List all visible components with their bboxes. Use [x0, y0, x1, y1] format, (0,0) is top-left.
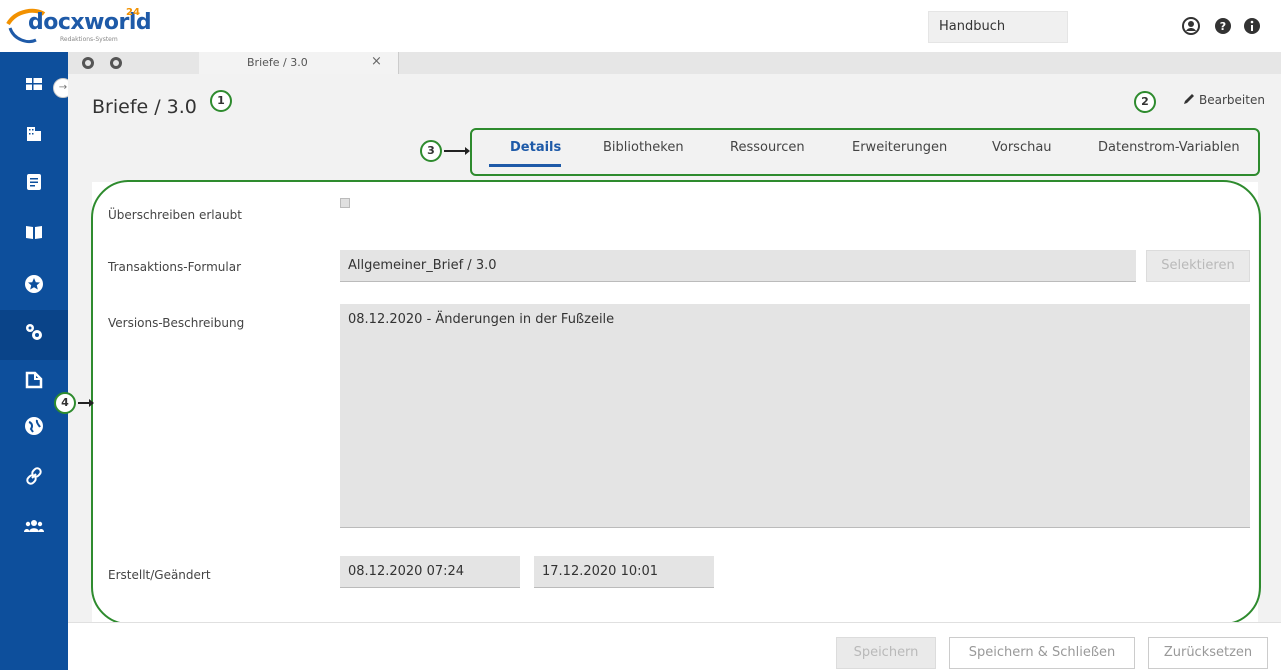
footer-action-bar: Speichern Speichern & Schließen Zurückse… — [68, 622, 1281, 670]
tab-bibliotheken[interactable]: Bibliotheken — [603, 140, 684, 155]
callout-marker-2: 2 — [1134, 91, 1156, 113]
dashboard-icon[interactable] — [24, 74, 44, 94]
save-and-close-button[interactable]: Speichern & Schließen — [949, 637, 1135, 669]
document-list-icon[interactable] — [24, 172, 44, 192]
select-button[interactable]: Selektieren — [1146, 250, 1250, 282]
logo-superscript: 24 — [126, 7, 140, 18]
tab-forward-icon[interactable] — [110, 57, 122, 69]
tab-datenstrom-variablen[interactable]: Datenstrom-Variablen — [1098, 140, 1240, 155]
settings-gears-icon[interactable] — [24, 322, 44, 342]
version-description-textarea[interactable]: 08.12.2020 - Änderungen in der Fußzeile — [340, 304, 1250, 528]
created-date-field[interactable]: 08.12.2020 07:24 — [340, 556, 520, 588]
overwrite-allowed-checkbox[interactable] — [340, 198, 350, 208]
close-icon[interactable]: × — [371, 54, 382, 69]
active-tab-indicator — [489, 164, 561, 167]
pencil-icon — [1184, 94, 1194, 104]
transaction-form-label: Transaktions-Formular — [108, 260, 242, 274]
top-bar: docxworld 24 Redaktions-System Handbuch … — [0, 0, 1281, 52]
document-tab-bar: Briefe / 3.0 × — [68, 52, 1281, 74]
globe-icon[interactable] — [24, 416, 44, 436]
sidebar — [0, 52, 68, 670]
page-title: Briefe / 3.0 — [92, 96, 197, 118]
overwrite-allowed-label: Überschreiben erlaubt — [108, 208, 242, 222]
created-changed-label: Erstellt/Geändert — [108, 568, 211, 582]
link-icon[interactable] — [24, 466, 44, 486]
logo-subtitle: Redaktions-System — [60, 36, 118, 43]
svg-text:?: ? — [1220, 20, 1226, 33]
document-tab[interactable]: Briefe / 3.0 × — [199, 52, 399, 74]
version-description-label: Versions-Beschreibung — [108, 316, 245, 330]
changed-date-field[interactable]: 17.12.2020 10:01 — [534, 556, 714, 588]
help-icon[interactable]: ? — [1214, 17, 1232, 35]
info-icon[interactable] — [1243, 17, 1261, 35]
callout-marker-4: 4 — [54, 392, 76, 414]
users-group-icon[interactable] — [24, 516, 44, 536]
content-area: Briefe / 3.0 1 2 Bearbeiten 3 Details Bi… — [54, 74, 1281, 670]
callout-marker-3: 3 — [420, 140, 442, 162]
tab-back-icon[interactable] — [82, 57, 94, 69]
edit-button-label: Bearbeiten — [1199, 93, 1265, 107]
callout-arrow-4 — [78, 399, 94, 407]
edit-button[interactable]: Bearbeiten — [1182, 92, 1265, 107]
tab-details[interactable]: Details — [510, 140, 561, 155]
docxworld-logo[interactable]: docxworld 24 Redaktions-System — [6, 6, 166, 48]
tab-ressourcen[interactable]: Ressourcen — [730, 140, 805, 155]
reset-button[interactable]: Zurücksetzen — [1148, 637, 1268, 669]
transaction-form-field[interactable]: Allgemeiner_Brief / 3.0 — [340, 250, 1136, 282]
tab-vorschau[interactable]: Vorschau — [992, 140, 1052, 155]
star-badge-icon[interactable] — [24, 274, 44, 294]
search-input[interactable]: Handbuch — [928, 11, 1068, 43]
save-button[interactable]: Speichern — [836, 637, 936, 669]
tab-erweiterungen[interactable]: Erweiterungen — [852, 140, 947, 155]
building-icon[interactable] — [24, 124, 44, 144]
book-icon[interactable] — [24, 222, 44, 242]
user-account-icon[interactable] — [1182, 17, 1200, 35]
document-tab-label: Briefe / 3.0 — [247, 56, 308, 69]
callout-marker-1: 1 — [210, 90, 232, 112]
callout-arrow-3 — [444, 147, 470, 155]
file-icon[interactable] — [24, 370, 44, 390]
